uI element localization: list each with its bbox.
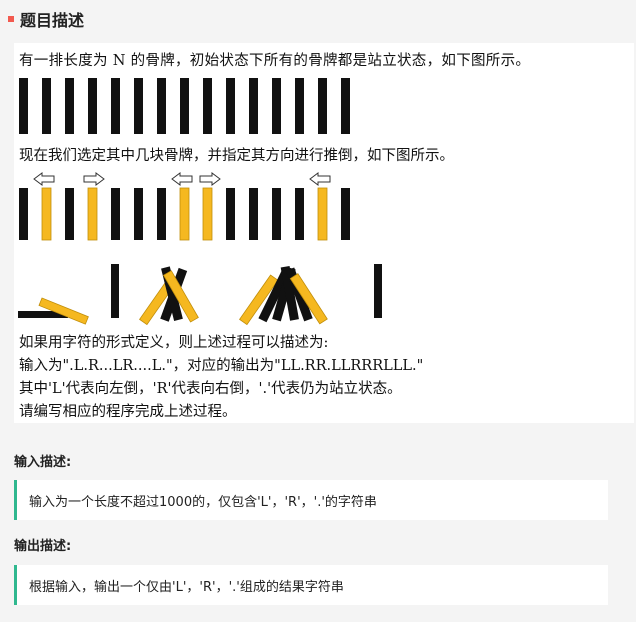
- domino: [374, 264, 382, 318]
- right-arrow-icon: [199, 172, 221, 186]
- desc-line-4: 输入为".L.R...LR....L."，对应的输出为"LL.RR.LLRRRL…: [19, 358, 424, 374]
- domino: [111, 78, 120, 134]
- domino: [134, 188, 143, 240]
- domino: [295, 188, 304, 240]
- section-header: 题目描述: [8, 6, 84, 32]
- desc-line-5: 其中'L'代表向左倒，'R'代表向右倒，'.'代表仍为站立状态。: [19, 381, 402, 397]
- domino: [157, 78, 166, 134]
- right-arrow-icon: [83, 172, 105, 186]
- domino: [88, 78, 97, 134]
- domino: [272, 188, 281, 240]
- title-marker: [8, 16, 14, 22]
- input-description-text: 输入为一个长度不超过1000的，仅包含'L'，'R'，'.'的字符串: [29, 495, 377, 510]
- domino-pushed: [87, 187, 98, 241]
- description-panel: 有一排长度为 N 的骨牌，初始状态下所有的骨牌都是站立状态，如下图所示。 现在我…: [14, 43, 634, 423]
- domino: [134, 78, 143, 134]
- domino: [249, 78, 258, 134]
- domino-pushed: [202, 187, 213, 241]
- domino-pushed: [317, 187, 328, 241]
- left-arrow-icon: [309, 172, 331, 186]
- left-arrow-icon: [33, 172, 55, 186]
- domino-pushed: [179, 187, 190, 241]
- domino: [295, 78, 304, 134]
- desc-line-1: 有一排长度为 N 的骨牌，初始状态下所有的骨牌都是站立状态，如下图所示。: [19, 53, 531, 69]
- domino-row-result: [18, 264, 382, 326]
- output-description-title: 输出描述:: [14, 539, 72, 554]
- domino-push-illustration: [18, 172, 382, 326]
- domino: [65, 78, 74, 134]
- left-arrow-icon: [171, 172, 193, 186]
- domino: [341, 188, 350, 240]
- domino: [111, 264, 119, 318]
- output-description-text: 根据输入，输出一个仅由'L'，'R'，'.'组成的结果字符串: [29, 580, 344, 595]
- domino: [249, 188, 258, 240]
- domino-row-pushed: [19, 187, 350, 241]
- domino: [42, 78, 51, 134]
- domino: [272, 78, 281, 134]
- input-description-box: 输入为一个长度不超过1000的，仅包含'L'，'R'，'.'的字符串: [14, 480, 608, 520]
- output-description-box: 根据输入，输出一个仅由'L'，'R'，'.'组成的结果字符串: [14, 565, 608, 605]
- domino: [226, 188, 235, 240]
- domino: [203, 78, 212, 134]
- domino: [19, 78, 28, 134]
- domino: [157, 188, 166, 240]
- domino: [111, 188, 120, 240]
- domino: [341, 78, 350, 134]
- domino-pushed: [41, 187, 52, 241]
- desc-line-3: 如果用字符的形式定义，则上述过程可以描述为:: [19, 335, 329, 351]
- domino: [226, 78, 235, 134]
- domino: [19, 188, 28, 240]
- domino: [65, 188, 74, 240]
- page-title: 题目描述: [20, 11, 85, 30]
- desc-line-6: 请编写相应的程序完成上述过程。: [19, 404, 237, 420]
- domino: [318, 78, 327, 134]
- domino: [180, 78, 189, 134]
- domino-row-initial: [19, 78, 350, 134]
- desc-line-2: 现在我们选定其中几块骨牌，并指定其方向进行推倒，如下图所示。: [19, 148, 454, 164]
- input-description-title: 输入描述:: [14, 455, 72, 470]
